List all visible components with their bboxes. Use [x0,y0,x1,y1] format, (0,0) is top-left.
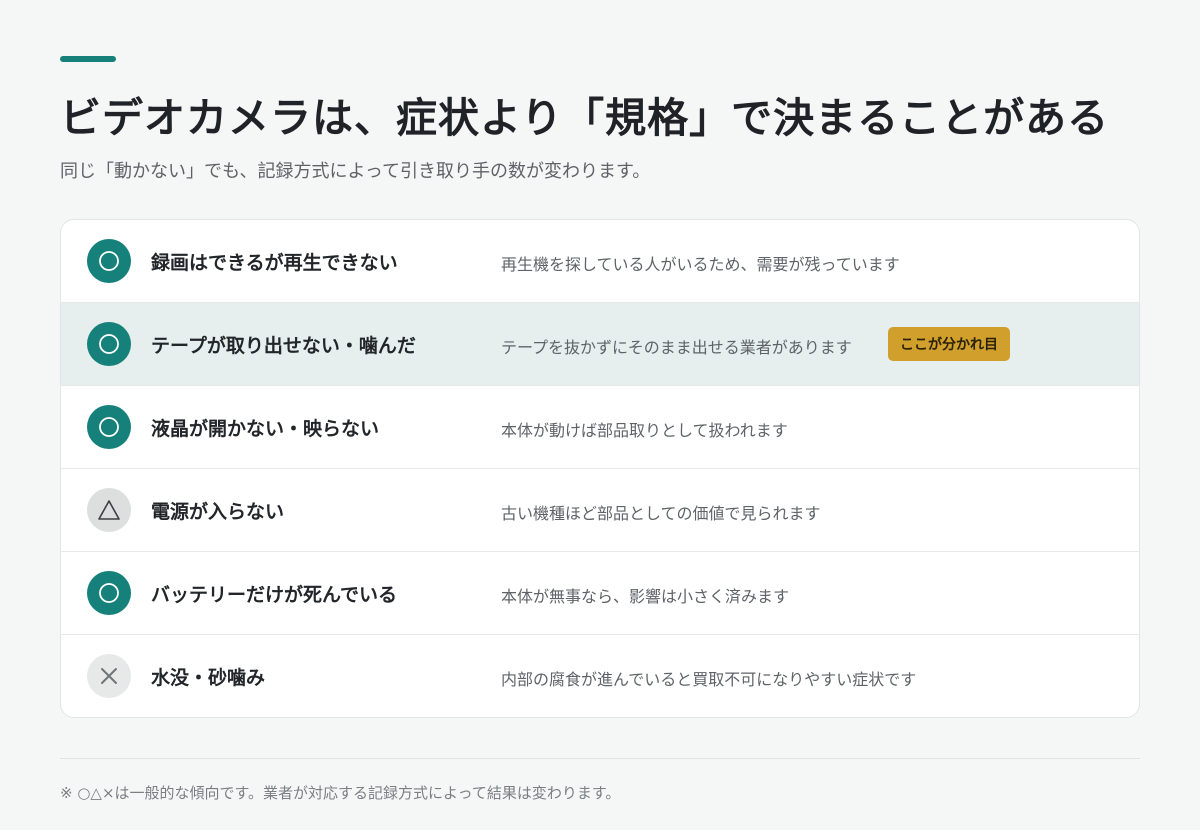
symptom-description: 本体が動けば部品取りとして扱われます [501,421,788,440]
footnote: ※ ○△×は一般的な傾向です。業者が対応する記録方式によって結果は変わります。 [60,784,621,802]
table-row: 電源が入らない 古い機種ほど部品としての価値で見られます [61,469,1139,552]
triangle-icon [87,488,131,532]
symptom-label: 電源が入らない [151,501,285,523]
symptom-label: テープが取り出せない・噛んだ [151,335,416,357]
symptom-description: 内部の腐食が進んでいると買取不可になりやすい症状です [501,670,917,689]
table-row: 録画はできるが再生できない 再生機を探している人がいるため、需要が残っています [61,220,1139,303]
accent-bar [60,56,116,62]
symptom-description: テープを抜かずにそのまま出せる業者があります [501,338,852,357]
key-point-badge: ここが分かれ目 [888,327,1010,361]
symptom-description: 再生機を探している人がいるため、需要が残っています [501,255,900,274]
table-row: 水没・砂噛み 内部の腐食が進んでいると買取不可になりやすい症状です [61,635,1139,717]
symptom-label: 液晶が開かない・映らない [151,418,380,440]
symptom-description: 古い機種ほど部品としての価値で見られます [501,504,821,523]
table-row: バッテリーだけが死んでいる 本体が無事なら、影響は小さく済みます [61,552,1139,635]
symptom-label: バッテリーだけが死んでいる [151,584,398,606]
circle-icon [87,239,131,283]
cross-icon [87,654,131,698]
page: ビデオカメラは、症状より「規格」で決まることがある 同じ「動かない」でも、記録方… [0,0,1200,830]
table-row: 液晶が開かない・映らない 本体が動けば部品取りとして扱われます [61,386,1139,469]
footer-divider [60,758,1140,759]
page-subtitle: 同じ「動かない」でも、記録方式によって引き取り手の数が変わります。 [60,161,651,182]
circle-icon [87,405,131,449]
symptom-description: 本体が無事なら、影響は小さく済みます [501,587,790,606]
symptom-label: 水没・砂噛み [151,667,266,689]
symptom-table: 録画はできるが再生できない 再生機を探している人がいるため、需要が残っています テー… [60,219,1140,718]
table-row: テープが取り出せない・噛んだ テープを抜かずにそのまま出せる業者があります ここが分… [61,303,1139,386]
page-title: ビデオカメラは、症状より「規格」で決まることがある [60,94,1110,142]
symptom-label: 録画はできるが再生できない [151,252,398,274]
circle-icon [87,571,131,615]
circle-icon [87,322,131,366]
